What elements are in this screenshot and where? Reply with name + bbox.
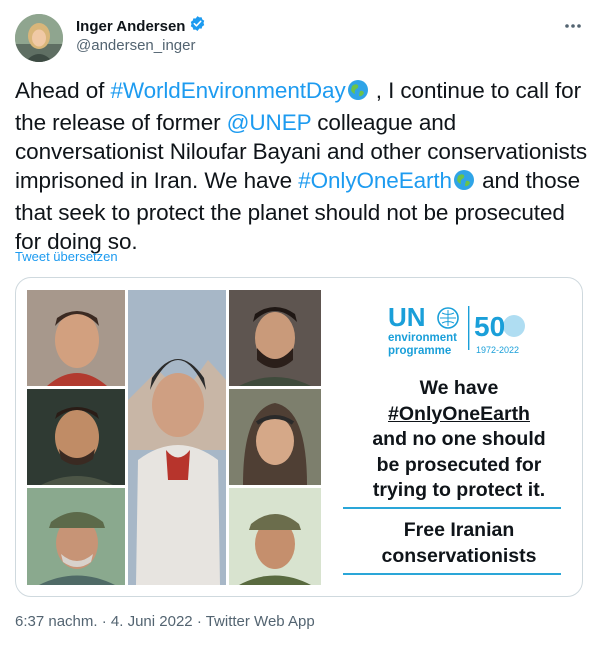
photo-man-1: [27, 290, 125, 386]
unep-logo: UN environment programme 50 1972-2022: [384, 298, 544, 358]
hashtag-world-environment-day[interactable]: #WorldEnvironmentDay: [110, 78, 345, 103]
more-options-icon[interactable]: [564, 18, 582, 29]
card-cta: Free Iranian conservationists: [346, 518, 572, 569]
meta-separator: ·: [101, 613, 107, 630]
card-message-hashtag: #OnlyOneEarth: [388, 402, 530, 425]
translate-tweet-link[interactable]: Tweet übersetzen: [15, 249, 118, 264]
earth-globe-icon: [453, 169, 475, 198]
tweet-time[interactable]: 6:37 nachm.: [15, 613, 98, 630]
author-name-row[interactable]: Inger Andersen: [76, 15, 206, 37]
photo-man-3: [27, 488, 125, 585]
card-message-line: trying to protect it.: [372, 479, 546, 501]
avatar[interactable]: [15, 14, 63, 62]
tweet-date[interactable]: 4. Juni 2022: [111, 613, 193, 630]
card-cta-line: conservationists: [381, 544, 537, 567]
photo-man-5: [229, 488, 321, 585]
tweet-source[interactable]: Twitter Web App: [206, 613, 315, 630]
author-name[interactable]: Inger Andersen: [76, 18, 185, 35]
author-handle[interactable]: @andersen_inger: [76, 37, 195, 54]
earth-globe-icon: [347, 79, 369, 108]
tweet-media-image[interactable]: UN environment programme 50 1972-2022 We…: [15, 277, 583, 597]
divider-line: [343, 507, 561, 509]
tweet-meta: 6:37 nachm. · 4. Juni 2022 · Twitter Web…: [15, 613, 315, 630]
card-message-line: We have: [419, 377, 499, 399]
photo-niloufar-bayani: [128, 290, 226, 585]
un-logo-env-line2: programme: [388, 345, 451, 357]
card-message-line: and no one should: [372, 428, 546, 450]
photo-woman-2: [229, 389, 321, 485]
mention-unep[interactable]: @UNEP: [227, 110, 312, 135]
verified-badge-icon: [189, 15, 206, 37]
photo-man-4: [229, 290, 321, 386]
un-logo-env-line1: environment: [388, 332, 457, 344]
un-logo-fifty: 50: [474, 311, 505, 342]
hashtag-only-one-earth[interactable]: #OnlyOneEarth: [298, 168, 452, 193]
tweet-text-part: Ahead of: [15, 78, 111, 103]
photo-man-2: [27, 389, 125, 485]
tweet-text: Ahead of #WorldEnvironmentDay , I contin…: [15, 76, 590, 256]
un-logo-text: UN: [388, 302, 426, 332]
card-cta-line: Free Iranian: [403, 519, 515, 541]
un-logo-years: 1972-2022: [476, 345, 519, 355]
meta-separator: ·: [196, 613, 202, 630]
card-message: We have #OnlyOneEarth and no one should …: [346, 376, 572, 504]
card-message-line: be prosecuted for: [376, 453, 542, 476]
divider-line: [343, 573, 561, 575]
